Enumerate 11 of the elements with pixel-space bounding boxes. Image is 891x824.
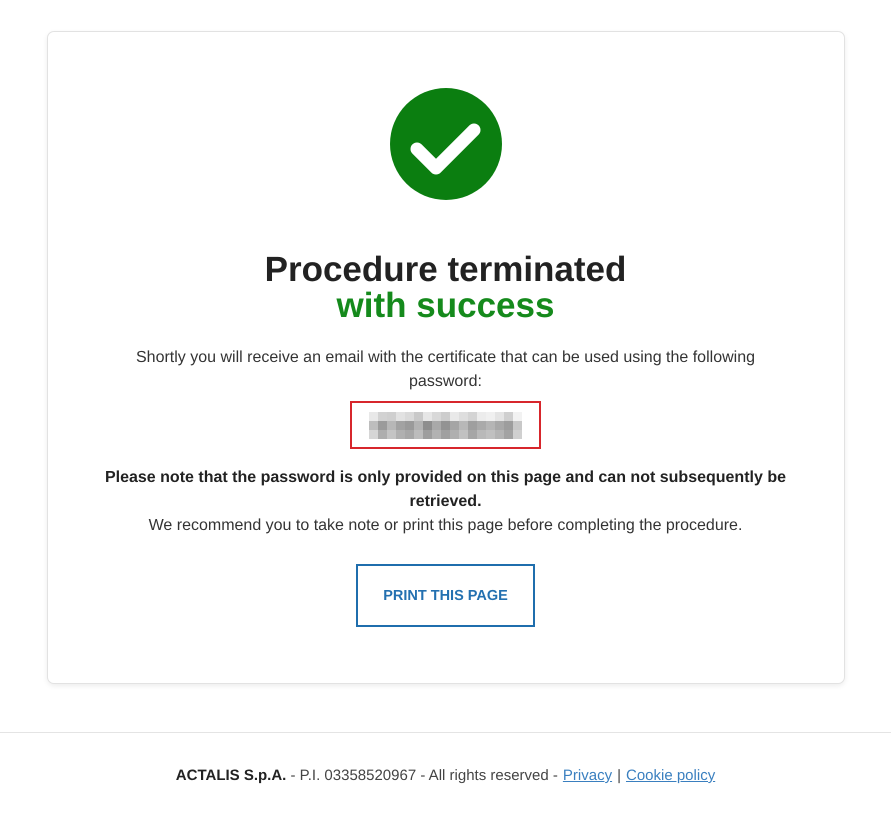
- message-text: Shortly you will receive an email with the certificate that can be used using the following password:: [135, 348, 756, 392]
- warning-text: Please note that the password is only provided on this page and can not subsequently be retrieved.: [104, 468, 787, 512]
- separator-text: |: [617, 766, 621, 786]
- title-text: Procedure terminated: [264, 252, 626, 288]
- subtitle-text: with success: [336, 288, 554, 324]
- check-circle-icon: [390, 88, 502, 200]
- print-button[interactable]: PRINT THIS PAGE: [356, 564, 535, 627]
- footer-link[interactable]: Privacy: [562, 765, 612, 787]
- advice-text: We recommend you to take note or print this page before completing the procedure.: [148, 516, 742, 536]
- copyright-text: ACTALIS S.p.A. - P.I. 03358520967 - All rights reserved -: [176, 766, 558, 786]
- footer-link[interactable]: Cookie policy: [626, 765, 716, 787]
